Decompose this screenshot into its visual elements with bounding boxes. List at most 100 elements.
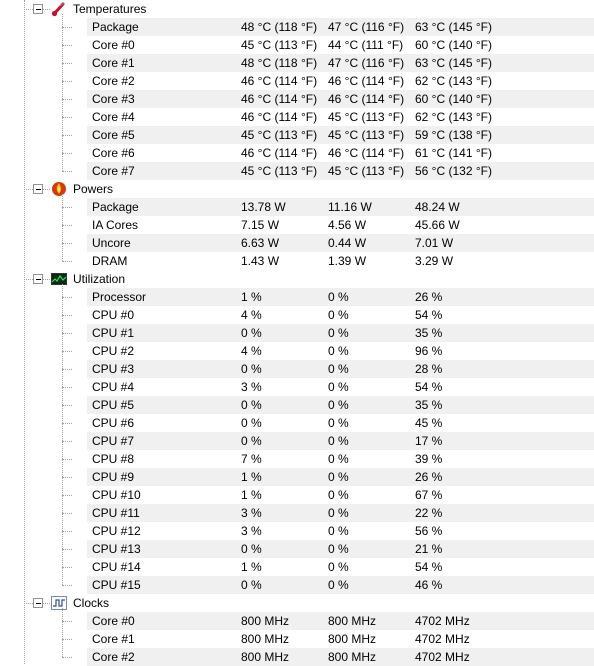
sensor-row[interactable]: Core #2 46 °C (114 °F) 46 °C (114 °F) 62 °C… [0, 72, 594, 90]
current-value: 48 °C (118 °F) [241, 56, 318, 70]
min-value: 0 % [328, 506, 349, 520]
sensor-row[interactable]: CPU #1 0 % 0 % 35 % [0, 324, 594, 342]
sensor-name: Core #0 [92, 38, 135, 52]
current-value: 7 % [241, 452, 262, 466]
tree-node-powers[interactable]: Powers [0, 180, 594, 198]
sensor-name: Core #5 [92, 128, 135, 142]
tree-connector [62, 171, 72, 172]
sensor-name: CPU #5 [92, 398, 135, 412]
sensor-name: CPU #10 [92, 488, 141, 502]
max-value: 4702 MHz [415, 632, 470, 646]
current-value: 0 % [241, 398, 262, 412]
sensor-row[interactable]: CPU #2 4 % 0 % 96 % [0, 342, 594, 360]
max-value: 54 % [415, 560, 443, 574]
max-value: 60 °C (140 °F) [415, 92, 492, 106]
max-value: 61 °C (141 °F) [415, 146, 492, 160]
current-value: 0 % [241, 326, 262, 340]
sensor-row[interactable]: Core #0 800 MHz 800 MHz 4702 MHz [0, 612, 594, 630]
sensor-row[interactable]: Core #5 45 °C (113 °F) 45 °C (113 °F) 59 °C… [0, 126, 594, 144]
sensor-row[interactable]: CPU #14 1 % 0 % 54 % [0, 558, 594, 576]
sensor-name: CPU #14 [92, 560, 141, 574]
sensor-row[interactable]: Core #2 800 MHz 800 MHz 4702 MHz [0, 648, 594, 666]
sensor-name: CPU #4 [92, 380, 135, 394]
max-value: 35 % [415, 326, 443, 340]
max-value: 39 % [415, 452, 443, 466]
sensor-row[interactable]: CPU #3 0 % 0 % 28 % [0, 360, 594, 378]
collapse-toggle[interactable] [33, 4, 43, 14]
collapse-toggle[interactable] [33, 184, 43, 194]
sensor-row[interactable]: CPU #6 0 % 0 % 45 % [0, 414, 594, 432]
min-value: 46 °C (114 °F) [328, 92, 405, 106]
current-value: 46 °C (114 °F) [241, 110, 318, 124]
sensor-name: CPU #3 [92, 362, 135, 376]
tree-connector [62, 27, 72, 28]
tree-connector [62, 369, 72, 370]
min-value: 47 °C (116 °F) [328, 20, 405, 34]
sensor-row[interactable]: CPU #12 3 % 0 % 56 % [0, 522, 594, 540]
sensor-row[interactable]: CPU #0 4 % 0 % 54 % [0, 306, 594, 324]
sensor-row[interactable]: Uncore 6.63 W 0.44 W 7.01 W [0, 234, 594, 252]
sensor-row[interactable]: CPU #10 1 % 0 % 67 % [0, 486, 594, 504]
min-value: 46 °C (114 °F) [328, 146, 405, 160]
sensor-row[interactable]: Core #4 46 °C (114 °F) 45 °C (113 °F) 62 °C… [0, 108, 594, 126]
sensor-row[interactable]: CPU #11 3 % 0 % 22 % [0, 504, 594, 522]
current-value: 1 % [241, 290, 262, 304]
utilization-graph-icon [51, 271, 67, 287]
tree-connector [43, 9, 50, 10]
max-value: 7.01 W [415, 236, 454, 250]
sensor-row[interactable]: Core #6 46 °C (114 °F) 46 °C (114 °F) 61 °C… [0, 144, 594, 162]
sensor-row[interactable]: CPU #15 0 % 0 % 46 % [0, 576, 594, 594]
current-value: 46 °C (114 °F) [241, 146, 318, 160]
tree-connector [62, 45, 72, 46]
sensor-row[interactable]: Processor 1 % 0 % 26 % [0, 288, 594, 306]
sensor-name: CPU #2 [92, 344, 135, 358]
current-value: 0 % [241, 542, 262, 556]
sensor-name: CPU #12 [92, 524, 141, 538]
tree-connector [62, 153, 72, 154]
sensor-row[interactable]: Core #0 45 °C (113 °F) 44 °C (111 °F) 60 °C… [0, 36, 594, 54]
collapse-toggle[interactable] [33, 274, 43, 284]
sensor-row[interactable]: CPU #9 1 % 0 % 26 % [0, 468, 594, 486]
sensor-row[interactable]: CPU #4 3 % 0 % 54 % [0, 378, 594, 396]
sensor-row[interactable]: DRAM 1.43 W 1.39 W 3.29 W [0, 252, 594, 270]
tree-branch-line [62, 14, 63, 171]
max-value: 35 % [415, 398, 443, 412]
sensor-row[interactable]: Package 13.78 W 11.16 W 48.24 W [0, 198, 594, 216]
min-value: 0 % [328, 398, 349, 412]
sensor-row[interactable]: CPU #7 0 % 0 % 17 % [0, 432, 594, 450]
sensor-row[interactable]: Core #1 48 °C (118 °F) 47 °C (116 °F) 63 °C… [0, 54, 594, 72]
sensor-row[interactable]: CPU #8 7 % 0 % 39 % [0, 450, 594, 468]
tree-node-temperatures[interactable]: Temperatures [0, 0, 594, 18]
min-value: 0 % [328, 542, 349, 556]
sensor-row[interactable]: IA Cores 7.15 W 4.56 W 45.66 W [0, 216, 594, 234]
tree-connector [24, 279, 33, 280]
current-value: 800 MHz [241, 632, 290, 646]
min-value: 45 °C (113 °F) [328, 110, 405, 124]
max-value: 48.24 W [415, 200, 460, 214]
min-value: 800 MHz [328, 650, 377, 664]
tree-node-clocks[interactable]: Clocks [0, 594, 594, 612]
sensor-row[interactable]: CPU #5 0 % 0 % 35 % [0, 396, 594, 414]
tree-node-utilization[interactable]: Utilization [0, 270, 594, 288]
current-value: 1 % [241, 560, 262, 574]
sensor-row[interactable]: Core #3 46 °C (114 °F) 46 °C (114 °F) 60 °C… [0, 90, 594, 108]
sensor-row[interactable]: Core #7 45 °C (113 °F) 45 °C (113 °F) 56 °C… [0, 162, 594, 180]
max-value: 63 °C (145 °F) [415, 56, 492, 70]
section-label: Clocks [73, 596, 110, 610]
max-value: 3.29 W [415, 254, 454, 268]
tree-connector [62, 243, 72, 244]
collapse-toggle[interactable] [33, 598, 43, 608]
tree-connector [43, 603, 50, 604]
tree-connector [62, 477, 72, 478]
sensor-row[interactable]: Core #1 800 MHz 800 MHz 4702 MHz [0, 630, 594, 648]
section-label: Utilization [73, 272, 126, 286]
sensor-name: CPU #0 [92, 308, 135, 322]
sensor-name: Core #7 [92, 164, 135, 178]
sensor-name: Core #2 [92, 74, 135, 88]
tree-connector [62, 315, 72, 316]
sensor-row[interactable]: CPU #13 0 % 0 % 21 % [0, 540, 594, 558]
sensor-row[interactable]: Package 48 °C (118 °F) 47 °C (116 °F) 63 °C… [0, 18, 594, 36]
min-value: 0 % [328, 452, 349, 466]
sensor-name: CPU #7 [92, 434, 135, 448]
min-value: 0 % [328, 524, 349, 538]
